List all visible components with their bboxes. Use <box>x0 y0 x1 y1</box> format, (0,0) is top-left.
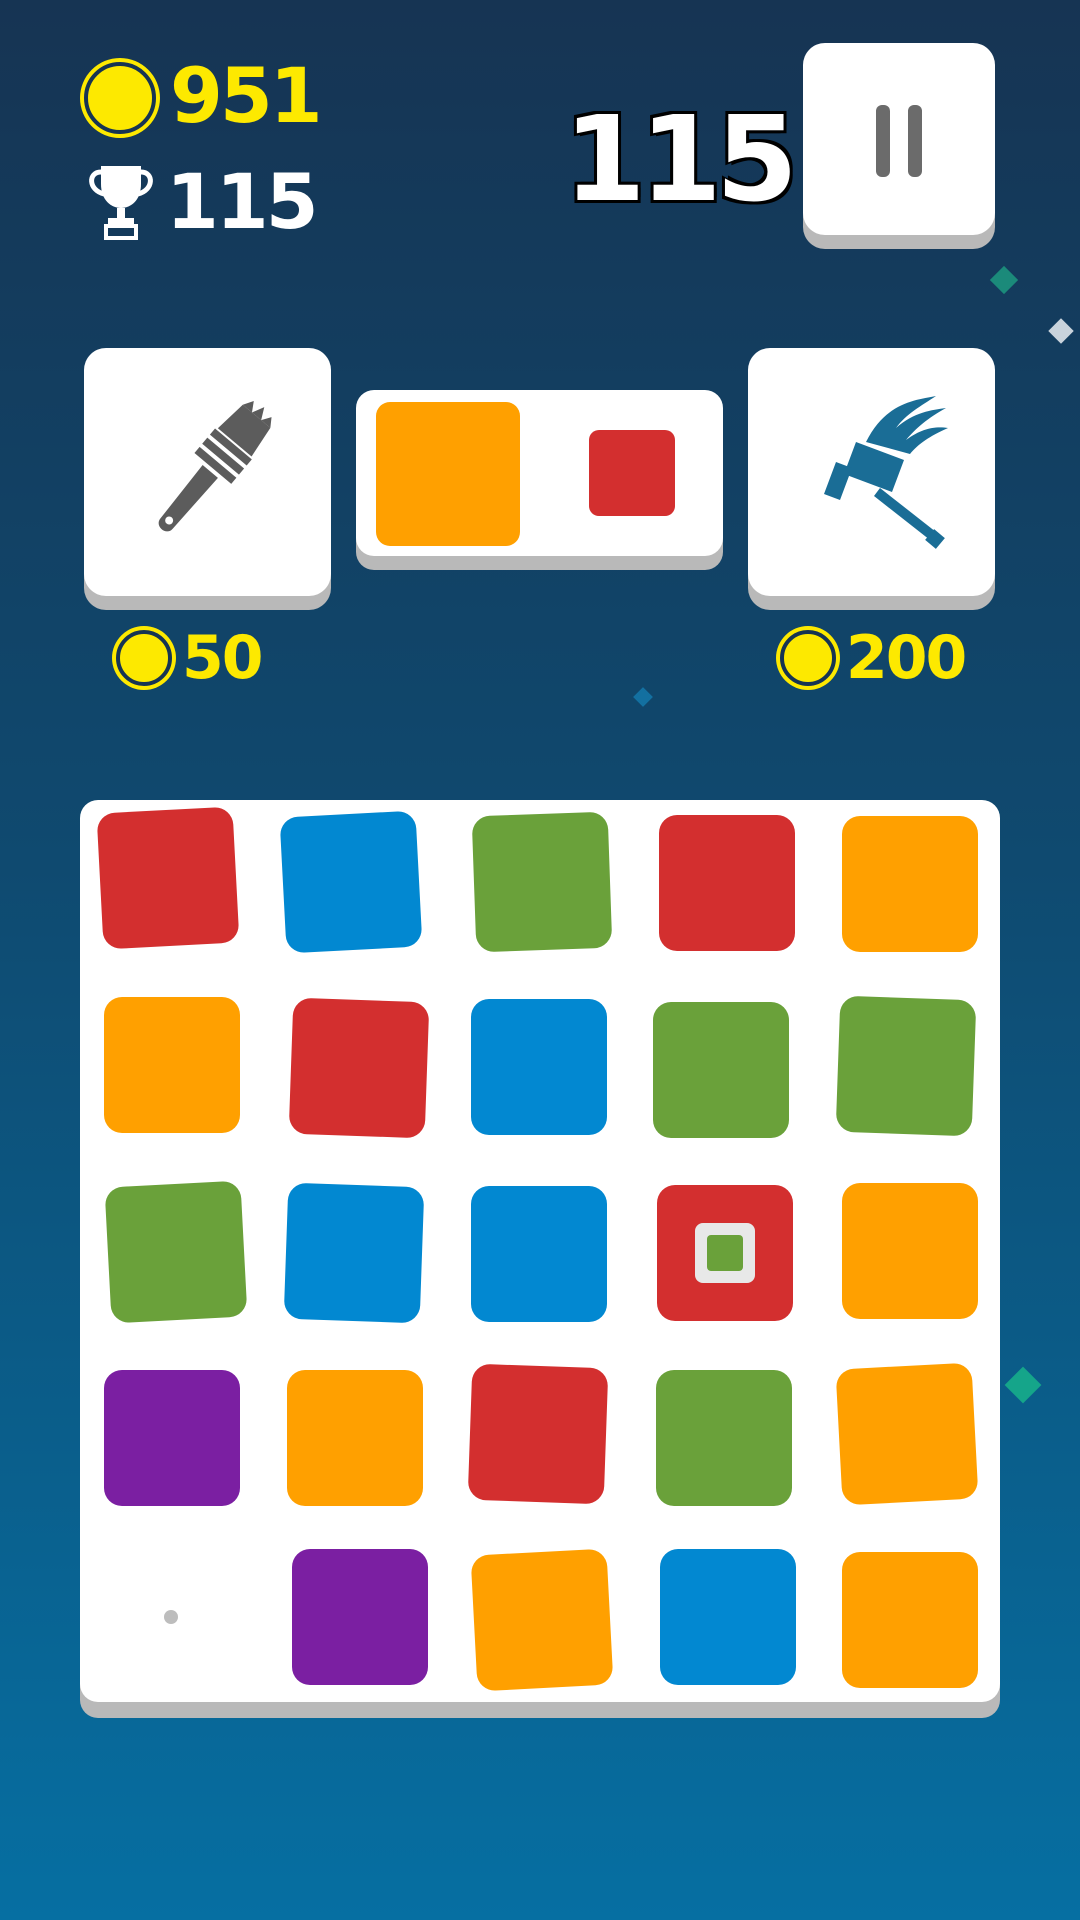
hammer-icon <box>824 396 948 549</box>
tile-orange[interactable] <box>842 1552 978 1688</box>
hammer-price: 200 <box>846 623 967 693</box>
game-board <box>80 800 1000 1702</box>
after-next-tile <box>589 430 675 516</box>
tile-green[interactable] <box>104 1180 248 1324</box>
tile-orange[interactable] <box>470 1548 614 1692</box>
tile-purple[interactable] <box>104 1370 240 1506</box>
pause-icon <box>876 105 890 177</box>
paintbrush-icon <box>158 400 272 532</box>
sparkle-decoration <box>989 265 1019 295</box>
coin-icon <box>780 630 836 686</box>
tile-orange[interactable] <box>835 1362 979 1506</box>
tile-red[interactable] <box>659 815 795 951</box>
tile-green[interactable] <box>835 995 977 1137</box>
brush-price: 50 <box>182 623 263 693</box>
tile-red[interactable] <box>96 806 240 950</box>
coin-count: 951 <box>170 51 323 140</box>
next-tile <box>376 402 520 546</box>
tile-red[interactable] <box>467 1363 609 1505</box>
tile-orange[interactable] <box>287 1370 423 1506</box>
sparkle-decoration <box>1004 1366 1042 1404</box>
pause-button[interactable] <box>803 43 995 235</box>
best-score: 115 <box>166 157 319 246</box>
tile-red[interactable] <box>288 997 430 1139</box>
brush-powerup-button[interactable] <box>84 348 331 596</box>
tile-blue[interactable] <box>279 810 423 954</box>
tile-blue[interactable] <box>471 999 607 1135</box>
tile-orange[interactable] <box>104 997 240 1133</box>
tile-orange[interactable] <box>842 1183 978 1319</box>
tile-green[interactable] <box>471 811 613 953</box>
game-screen: { "hud": { "coins": "951", "best_score":… <box>0 0 1080 1920</box>
coin-icon <box>84 62 156 134</box>
next-tiles-preview <box>356 390 723 556</box>
sparkle-decoration <box>633 687 653 707</box>
tile-red-target[interactable] <box>657 1185 793 1321</box>
trophy-icon <box>89 166 153 240</box>
current-score: 115 <box>563 90 798 228</box>
tile-blue[interactable] <box>471 1186 607 1322</box>
hammer-powerup-button[interactable] <box>748 348 995 596</box>
empty-cell-dot[interactable] <box>164 1610 178 1624</box>
tile-blue[interactable] <box>283 1182 425 1324</box>
coin-icon <box>116 630 172 686</box>
tile-green[interactable] <box>653 1002 789 1138</box>
tile-orange[interactable] <box>842 816 978 952</box>
sparkle-decoration <box>1048 318 1074 344</box>
tile-blue[interactable] <box>660 1549 796 1685</box>
target-marker-icon <box>695 1223 755 1283</box>
target-marker-center <box>707 1235 743 1271</box>
tile-purple[interactable] <box>292 1549 428 1685</box>
tile-green[interactable] <box>656 1370 792 1506</box>
pause-icon-bar <box>908 105 922 177</box>
